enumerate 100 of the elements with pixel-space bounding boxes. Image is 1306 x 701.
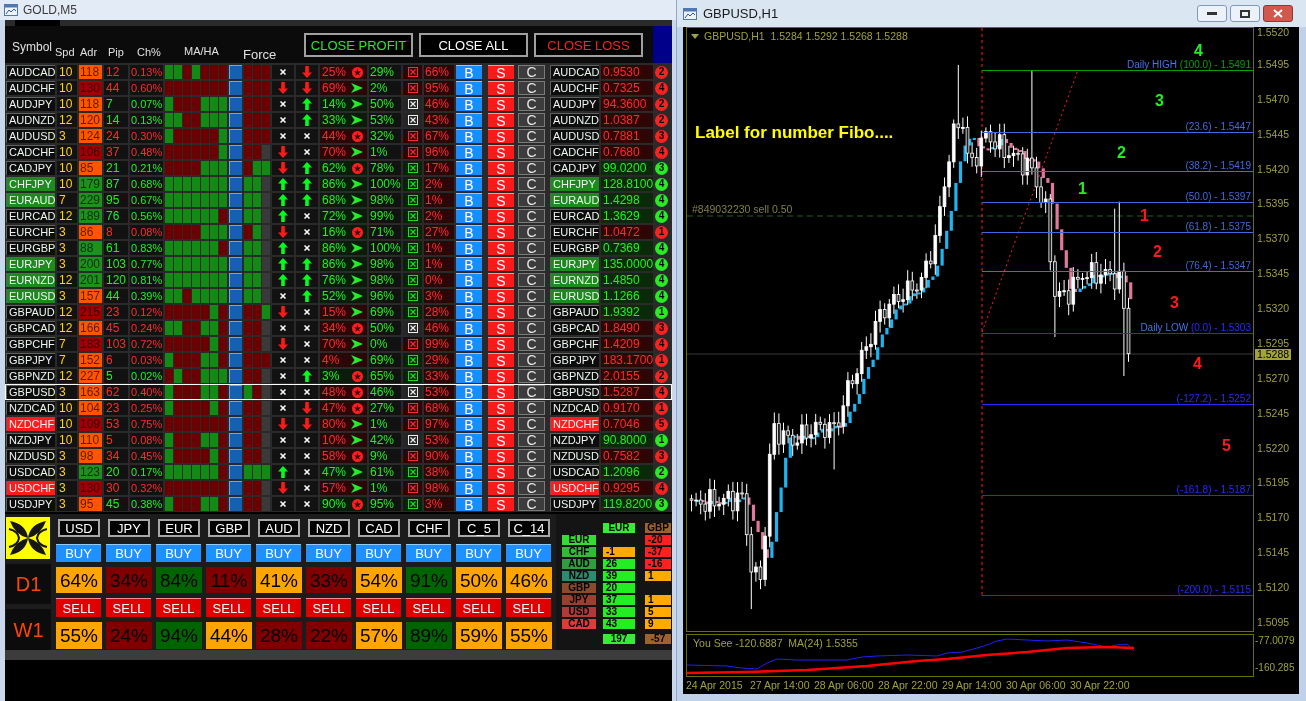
close-order-button[interactable]: C (518, 465, 545, 479)
sell-button[interactable]: SELL (156, 598, 201, 617)
sell-button[interactable]: S (488, 257, 514, 271)
close-order-button[interactable]: C (518, 449, 545, 463)
currency-tab[interactable]: JPY (108, 519, 150, 537)
symbol-cell[interactable]: EURJPY (6, 257, 55, 271)
close-order-button[interactable]: C (518, 225, 545, 239)
symbol-cell[interactable]: AUDCHF (6, 81, 55, 95)
symbol-cell[interactable]: GBPNZD (6, 369, 55, 383)
symbol-cell[interactable]: CHFJPY (6, 177, 55, 191)
currency-tab[interactable]: C_14 (508, 519, 550, 537)
symbol-cell[interactable]: EURCAD (550, 209, 599, 223)
currency-tab[interactable]: C_5 (458, 519, 500, 537)
sell-button[interactable]: S (488, 161, 514, 175)
sell-button[interactable]: SELL (206, 598, 251, 617)
close-order-button[interactable]: C (518, 481, 545, 495)
sell-button[interactable]: S (488, 129, 514, 143)
close-order-button[interactable]: C (518, 113, 545, 127)
close-order-button[interactable]: C (518, 129, 545, 143)
close-button[interactable] (1263, 5, 1293, 22)
currency-tab[interactable]: USD (58, 519, 100, 537)
symbol-cell[interactable]: CADJPY (550, 161, 599, 175)
maximize-button[interactable] (1230, 5, 1260, 22)
symbol-cell[interactable]: CADCHF (550, 145, 599, 159)
symbol-cell[interactable]: AUDNZD (6, 113, 55, 127)
currency-tab[interactable]: GBP (208, 519, 250, 537)
symbol-cell[interactable]: AUDUSD (6, 129, 55, 143)
close-order-button[interactable]: C (518, 385, 545, 399)
symbol-cell[interactable]: GBPCAD (550, 321, 599, 335)
close-action-button[interactable]: CLOSE PROFIT (304, 33, 413, 57)
symbol-cell[interactable]: GBPNZD (550, 369, 599, 383)
close-order-button[interactable]: C (518, 401, 545, 415)
sell-button[interactable]: S (488, 209, 514, 223)
sell-button[interactable]: SELL (306, 598, 351, 617)
symbol-cell[interactable]: EURUSD (550, 289, 599, 303)
symbol-cell[interactable]: GBPJPY (550, 353, 599, 367)
sell-button[interactable]: S (488, 481, 514, 495)
symbol-cell[interactable]: EURGBP (6, 241, 55, 255)
close-order-button[interactable]: C (518, 193, 545, 207)
symbol-cell[interactable]: AUDCAD (550, 65, 599, 79)
symbol-cell[interactable]: NZDCHF (550, 417, 599, 431)
sell-button[interactable]: SELL (56, 598, 101, 617)
close-order-button[interactable]: C (518, 241, 545, 255)
symbol-cell[interactable]: USDJPY (6, 497, 55, 511)
sell-button[interactable]: S (488, 225, 514, 239)
symbol-cell[interactable]: AUDNZD (550, 113, 599, 127)
sell-button[interactable]: S (488, 113, 514, 127)
symbol-cell[interactable]: EURGBP (550, 241, 599, 255)
symbol-cell[interactable]: NZDCHF (6, 417, 55, 431)
close-order-button[interactable]: C (518, 81, 545, 95)
sell-button[interactable]: S (488, 97, 514, 111)
symbol-cell[interactable]: EURCAD (6, 209, 55, 223)
sell-button[interactable]: S (488, 369, 514, 383)
minimize-button[interactable] (1197, 5, 1227, 22)
sell-button[interactable]: S (488, 145, 514, 159)
symbol-cell[interactable]: AUDCAD (6, 65, 55, 79)
symbol-cell[interactable]: NZDJPY (6, 433, 55, 447)
symbol-cell[interactable]: USDCAD (550, 465, 599, 479)
currency-tab[interactable]: AUD (258, 519, 300, 537)
symbol-cell[interactable]: EURCHF (550, 225, 599, 239)
sell-button[interactable]: SELL (406, 598, 451, 617)
symbol-cell[interactable]: CADCHF (6, 145, 55, 159)
sell-button[interactable]: S (488, 273, 514, 287)
sell-button[interactable]: S (488, 193, 514, 207)
close-order-button[interactable]: C (518, 273, 545, 287)
sell-button[interactable]: S (488, 241, 514, 255)
close-action-button[interactable]: CLOSE ALL (419, 33, 528, 57)
sell-button[interactable]: SELL (506, 598, 551, 617)
symbol-cell[interactable]: AUDJPY (550, 97, 599, 111)
sell-button[interactable]: S (488, 465, 514, 479)
symbol-cell[interactable]: GBPUSD (6, 385, 55, 399)
sell-button[interactable]: S (488, 177, 514, 191)
symbol-cell[interactable]: EURAUD (6, 193, 55, 207)
symbol-cell[interactable]: GBPUSD (550, 385, 599, 399)
symbol-cell[interactable]: USDCHF (550, 481, 599, 495)
table-row[interactable]: GBPUSD 3 163 62 0.40% 48% 46% 53% B S C GBPUSD 1.5287 4 (5, 384, 672, 400)
symbol-cell[interactable]: AUDCHF (550, 81, 599, 95)
symbol-cell[interactable]: GBPAUD (550, 305, 599, 319)
sell-button[interactable]: S (488, 449, 514, 463)
currency-tab[interactable]: NZD (308, 519, 350, 537)
symbol-cell[interactable]: USDJPY (550, 497, 599, 511)
close-order-button[interactable]: C (518, 337, 545, 351)
sell-button[interactable]: S (488, 321, 514, 335)
close-order-button[interactable]: C (518, 433, 545, 447)
symbol-cell[interactable]: GBPCHF (6, 337, 55, 351)
sell-button[interactable]: S (488, 337, 514, 351)
close-order-button[interactable]: C (518, 257, 545, 271)
symbol-cell[interactable]: GBPCHF (550, 337, 599, 351)
close-order-button[interactable]: C (518, 145, 545, 159)
close-order-button[interactable]: C (518, 161, 545, 175)
symbol-cell[interactable]: NZDCAD (550, 401, 599, 415)
sell-button[interactable]: SELL (456, 598, 501, 617)
sell-button[interactable]: SELL (106, 598, 151, 617)
symbol-cell[interactable]: NZDUSD (550, 449, 599, 463)
close-order-button[interactable]: C (518, 369, 545, 383)
sell-button[interactable]: S (488, 81, 514, 95)
symbol-cell[interactable]: GBPJPY (6, 353, 55, 367)
close-order-button[interactable]: C (518, 417, 545, 431)
close-order-button[interactable]: C (518, 177, 545, 191)
sell-button[interactable]: SELL (256, 598, 301, 617)
